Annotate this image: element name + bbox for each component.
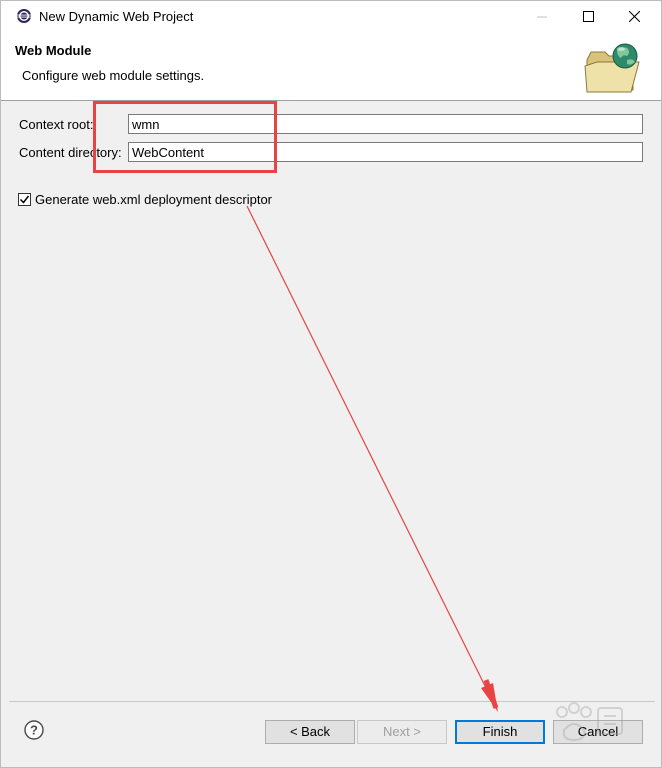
page-title: Web Module [15, 43, 92, 58]
finish-button[interactable]: Finish [455, 720, 545, 744]
generate-descriptor-label[interactable]: Generate web.xml deployment descriptor [35, 192, 272, 207]
minimize-button[interactable] [519, 1, 565, 32]
window-title: New Dynamic Web Project [39, 9, 194, 24]
checkmark-icon [19, 195, 30, 204]
generate-descriptor-checkbox[interactable] [18, 193, 31, 206]
maximize-button[interactable] [565, 1, 611, 32]
close-button[interactable] [611, 1, 657, 32]
footer-divider [9, 701, 655, 702]
help-icon[interactable]: ? [24, 720, 44, 740]
context-root-label: Context root: [19, 117, 94, 132]
back-button[interactable]: < Back [265, 720, 355, 744]
context-root-input[interactable] [128, 114, 643, 134]
content-directory-label: Content directory: [19, 145, 122, 160]
wizard-header: Web Module Configure web module settings… [1, 32, 661, 100]
title-bar[interactable]: New Dynamic Web Project [1, 1, 661, 32]
maximize-icon [582, 11, 594, 22]
header-divider [1, 100, 661, 101]
svg-text:?: ? [30, 723, 38, 738]
dialog-window: New Dynamic Web Project Web Module Confi… [0, 0, 662, 768]
page-description: Configure web module settings. [22, 68, 205, 83]
close-icon [628, 11, 640, 22]
eclipse-icon [17, 9, 31, 23]
minimize-icon [537, 16, 547, 17]
content-directory-input[interactable] [128, 142, 643, 162]
web-folder-globe-icon [584, 43, 640, 93]
cancel-button[interactable]: Cancel [553, 720, 643, 744]
next-button[interactable]: Next > [357, 720, 447, 744]
